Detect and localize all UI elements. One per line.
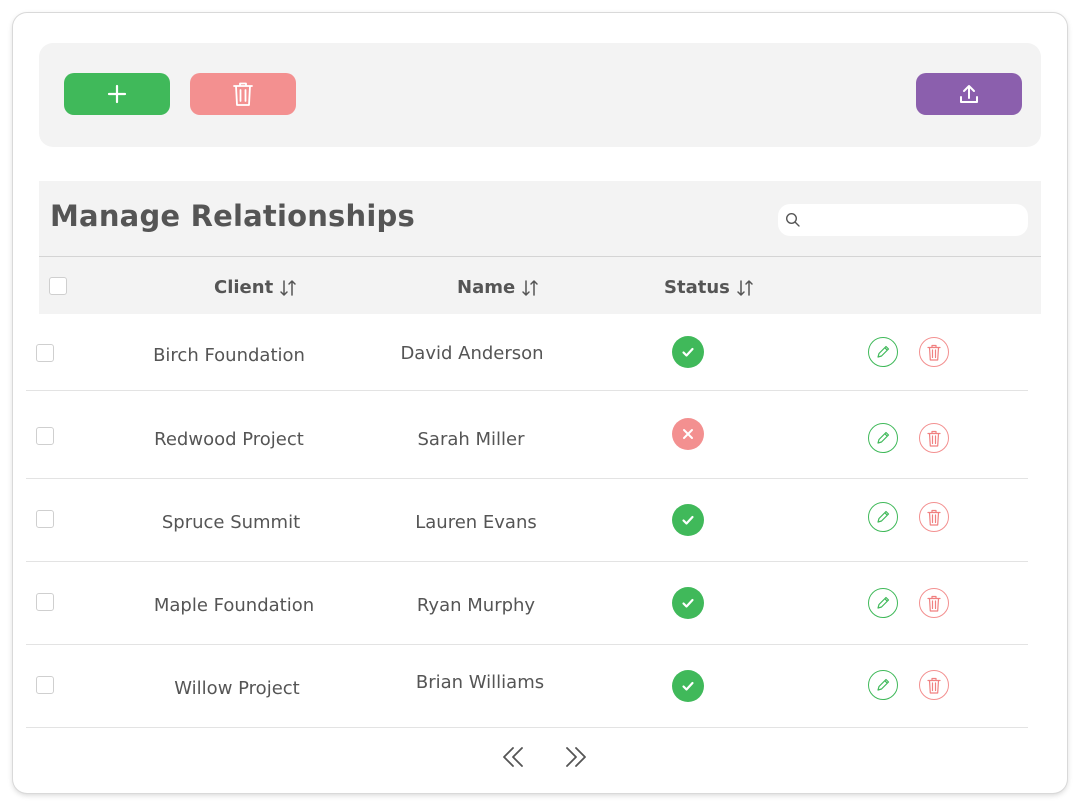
client-cell: Redwood Project [154, 429, 304, 450]
edit-button[interactable] [868, 337, 898, 367]
table-row: Willow Project Brian Williams [26, 645, 1028, 728]
page-title: Manage Relationships [50, 199, 415, 233]
name-cell: Ryan Murphy [416, 595, 536, 616]
row-checkbox[interactable] [36, 344, 54, 362]
sort-icon[interactable] [279, 279, 297, 297]
upload-button[interactable] [916, 73, 1022, 115]
column-label-client: Client [214, 277, 274, 298]
status-active-icon [672, 504, 704, 536]
trash-icon [927, 595, 941, 612]
pencil-icon [877, 345, 890, 358]
pencil-icon [877, 510, 890, 523]
name-cell: Lauren Evans [415, 512, 537, 533]
toolbar [39, 43, 1041, 147]
upload-icon [960, 85, 978, 103]
status-active-icon [672, 670, 704, 702]
row-checkbox[interactable] [36, 510, 54, 528]
table-row: Redwood Project Sarah Miller [26, 391, 1028, 479]
trash-icon [233, 82, 253, 106]
table-header: Manage Relationships Client Name Status [39, 181, 1041, 314]
row-divider [26, 727, 1028, 728]
next-page-button[interactable] [563, 744, 589, 770]
column-header-status[interactable]: Status [664, 277, 754, 298]
edit-button[interactable] [868, 670, 898, 700]
header-divider [39, 256, 1041, 257]
delete-row-button[interactable] [919, 423, 949, 453]
pencil-icon [877, 596, 890, 609]
plus-icon [107, 84, 127, 104]
name-cell: Sarah Miller [417, 429, 525, 450]
edit-button[interactable] [868, 588, 898, 618]
client-cell: Birch Foundation [153, 345, 305, 366]
table-row: Maple Foundation Ryan Murphy [26, 562, 1028, 645]
column-header-client[interactable]: Client [214, 277, 297, 298]
name-cell: David Anderson [400, 343, 544, 364]
add-button[interactable] [64, 73, 170, 115]
double-chevron-right-icon [566, 747, 586, 767]
search-icon [785, 212, 801, 228]
select-all-checkbox[interactable] [49, 277, 67, 295]
row-checkbox[interactable] [36, 593, 54, 611]
sort-icon[interactable] [736, 279, 754, 297]
pencil-icon [877, 678, 890, 691]
double-chevron-left-icon [503, 747, 523, 767]
client-cell: Spruce Summit [161, 512, 301, 533]
trash-icon [927, 344, 941, 361]
trash-icon [927, 677, 941, 694]
sort-icon[interactable] [521, 279, 539, 297]
edit-button[interactable] [868, 502, 898, 532]
row-checkbox[interactable] [36, 676, 54, 694]
trash-icon [927, 509, 941, 526]
delete-selected-button[interactable] [190, 73, 296, 115]
edit-button[interactable] [868, 423, 898, 453]
column-label-status: Status [664, 277, 730, 298]
trash-icon [927, 430, 941, 447]
client-cell: Maple Foundation [153, 595, 315, 616]
column-header-name[interactable]: Name [457, 277, 539, 298]
status-active-icon [672, 336, 704, 368]
name-cell: Brian Williams [415, 672, 545, 693]
search-box[interactable] [778, 204, 1028, 236]
delete-row-button[interactable] [919, 337, 949, 367]
prev-page-button[interactable] [500, 744, 526, 770]
status-active-icon [672, 587, 704, 619]
table-row: Birch Foundation David Anderson [26, 314, 1028, 391]
status-inactive-icon [672, 418, 704, 450]
pencil-icon [877, 431, 890, 444]
column-label-name: Name [457, 277, 516, 298]
delete-row-button[interactable] [919, 670, 949, 700]
delete-row-button[interactable] [919, 588, 949, 618]
table-row: Spruce Summit Lauren Evans [26, 479, 1028, 562]
row-checkbox[interactable] [36, 427, 54, 445]
client-cell: Willow Project [174, 678, 300, 699]
delete-row-button[interactable] [919, 502, 949, 532]
search-input[interactable] [801, 204, 1028, 236]
